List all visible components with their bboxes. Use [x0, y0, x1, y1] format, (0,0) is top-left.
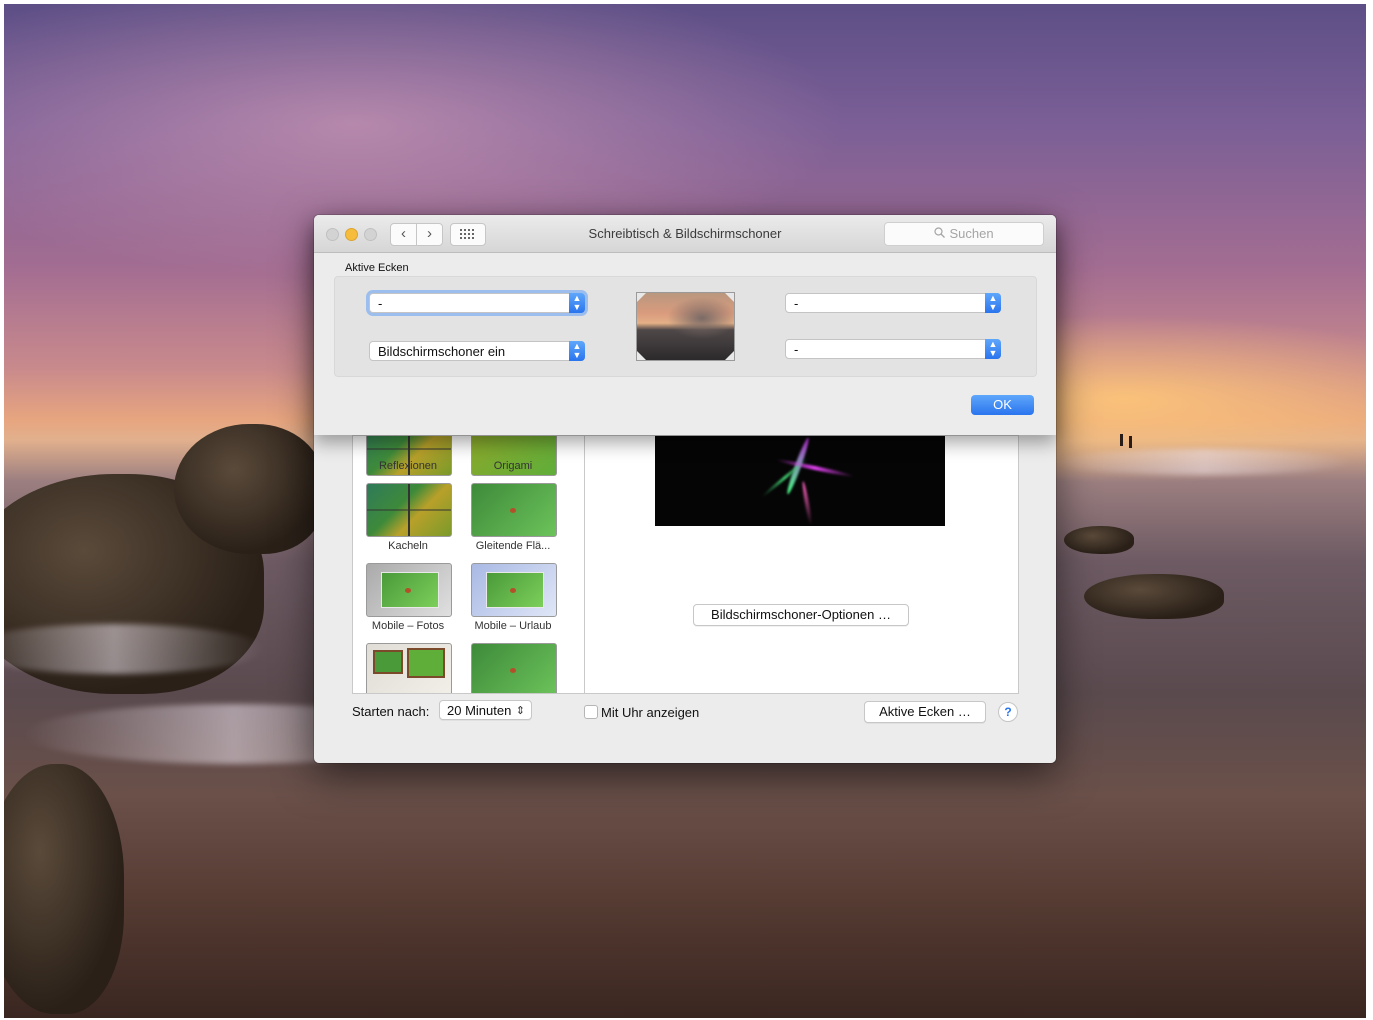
- corner-top-right-value: -: [794, 296, 799, 311]
- screensaver-label: Mobile – Urlaub: [474, 620, 552, 632]
- corner-bottom-right-value: -: [794, 342, 799, 357]
- corner-bottom-left-select[interactable]: Bildschirmschoner ein ▲ ▼: [369, 341, 585, 361]
- search-field[interactable]: Suchen: [884, 222, 1044, 246]
- corner-top-right-select[interactable]: - ▲ ▼: [785, 293, 1001, 313]
- sheet-heading: Aktive Ecken: [345, 262, 409, 274]
- show-clock-label: Mit Uhr anzeigen: [601, 705, 700, 720]
- hot-corners-button[interactable]: Aktive Ecken …: [864, 701, 986, 723]
- wallpaper-rock: [174, 424, 324, 554]
- ok-button[interactable]: OK: [971, 395, 1034, 415]
- thumb-kacheln[interactable]: [366, 483, 452, 537]
- start-after-value: 20 Minuten: [447, 703, 512, 718]
- help-button[interactable]: ?: [998, 702, 1018, 722]
- updown-icon: ▲ ▼: [985, 339, 1001, 359]
- screensaver-label: Reflexionen: [378, 460, 438, 472]
- screensaver-preview: [655, 436, 945, 526]
- corner-markers: [637, 293, 734, 360]
- start-after-label: Starten nach:: [352, 704, 430, 719]
- corner-top-left-select[interactable]: - ▲ ▼: [369, 293, 585, 313]
- screensaver-options-button[interactable]: Bildschirmschoner-Optionen …: [693, 604, 909, 626]
- updown-icon: ▲ ▼: [569, 341, 585, 361]
- wallpaper-person: [1120, 434, 1123, 446]
- updown-icon: ▲ ▼: [569, 293, 585, 313]
- corner-bottom-right-select[interactable]: - ▲ ▼: [785, 339, 1001, 359]
- thumb-mobile-urlaub[interactable]: [471, 563, 557, 617]
- thumb-klassisch[interactable]: [471, 643, 557, 693]
- screensaver-label: Gleitende Flä...: [475, 540, 551, 552]
- corner-top-left-value: -: [378, 296, 383, 311]
- start-after-select[interactable]: 20 Minuten ⇕: [439, 700, 532, 720]
- thumb-gleitende-flaechen[interactable]: [471, 483, 557, 537]
- ladybug-icon: [405, 588, 411, 593]
- search-icon: [934, 227, 946, 238]
- thumb-fotowand[interactable]: [366, 643, 452, 693]
- updown-icon: ▲ ▼: [985, 293, 1001, 313]
- search-placeholder: Suchen: [949, 226, 994, 241]
- ladybug-icon: [510, 508, 516, 513]
- wallpaper-person: [1129, 436, 1132, 448]
- screensaver-preview-area: Bildschirmschoner-Optionen …: [584, 435, 1019, 694]
- screensaver-label: Origami: [493, 460, 533, 472]
- hot-corners-sheet: ‹ › Schreibtisch & Bildschirmschoner Suc…: [314, 215, 1056, 435]
- ladybug-icon: [510, 668, 516, 673]
- wallpaper-rock: [4, 764, 124, 1014]
- screen-preview-thumbnail: [636, 292, 735, 361]
- screensaver-list[interactable]: Reflexionen Origami Kacheln Gleitende Fl…: [352, 435, 585, 694]
- screensaver-label: Mobile – Fotos: [371, 620, 445, 632]
- updown-icon: ⇕: [515, 705, 525, 717]
- wallpaper-rock: [1064, 526, 1134, 554]
- corner-bottom-left-value: Bildschirmschoner ein: [378, 344, 506, 359]
- wallpaper-rock: [1084, 574, 1224, 619]
- hot-corners-box: - ▲ ▼ Bildschirmschoner ein ▲ ▼ - ▲ ▼ - ▲ ▼: [334, 276, 1037, 377]
- title-bar: ‹ › Schreibtisch & Bildschirmschoner Suc…: [314, 215, 1056, 253]
- ladybug-icon: [510, 588, 516, 593]
- screensaver-label: Kacheln: [388, 540, 428, 552]
- wallpaper-surf: [1054, 449, 1354, 475]
- show-clock-checkbox[interactable]: [584, 705, 598, 719]
- thumb-mobile-fotos[interactable]: [366, 563, 452, 617]
